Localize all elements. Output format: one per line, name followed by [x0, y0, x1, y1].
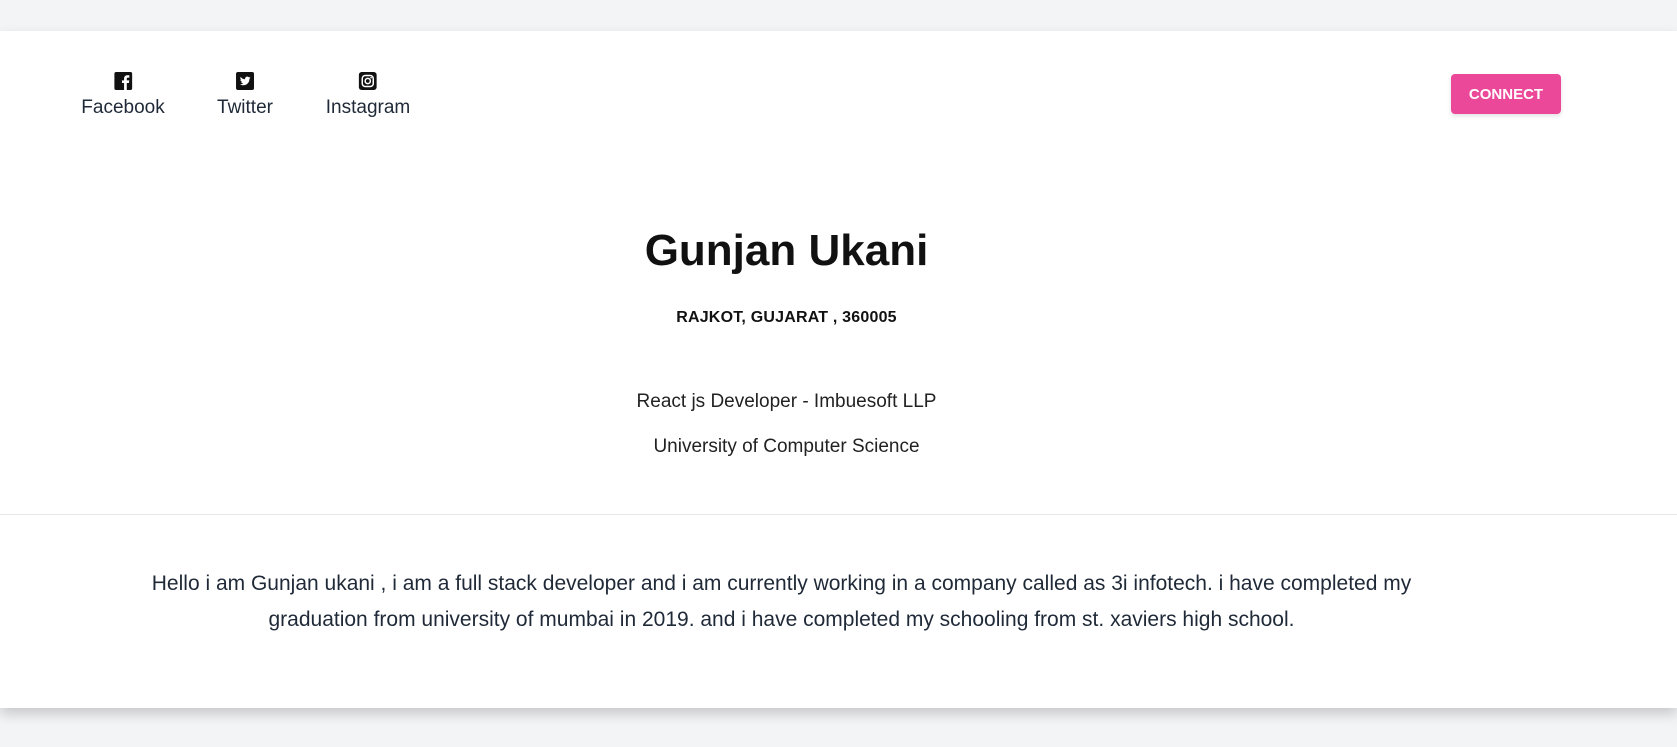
facebook-label: Facebook — [81, 97, 165, 118]
facebook-link[interactable]: Facebook — [81, 71, 165, 119]
profile-location: RAJKOT, GUJARAT , 360005 — [676, 309, 897, 326]
twitter-link[interactable]: Twitter — [217, 71, 273, 119]
profile-education: University of Computer Science — [653, 436, 920, 457]
profile-card: Facebook Twitter Instagram CONNECT Gunja… — [0, 31, 1677, 708]
profile-job: React js Developer - Imbuesoft LLP — [636, 391, 937, 412]
profile-bio: Hello i am Gunjan ukani , i am a full st… — [151, 572, 1412, 631]
section-divider — [0, 514, 1677, 515]
connect-button[interactable]: CONNECT — [1451, 74, 1561, 114]
instagram-icon — [358, 71, 378, 91]
facebook-icon — [113, 71, 133, 91]
twitter-label: Twitter — [217, 97, 273, 118]
instagram-link[interactable]: Instagram — [326, 71, 410, 119]
twitter-icon — [235, 71, 255, 91]
profile-name: Gunjan Ukani — [644, 226, 929, 275]
instagram-label: Instagram — [325, 97, 411, 118]
